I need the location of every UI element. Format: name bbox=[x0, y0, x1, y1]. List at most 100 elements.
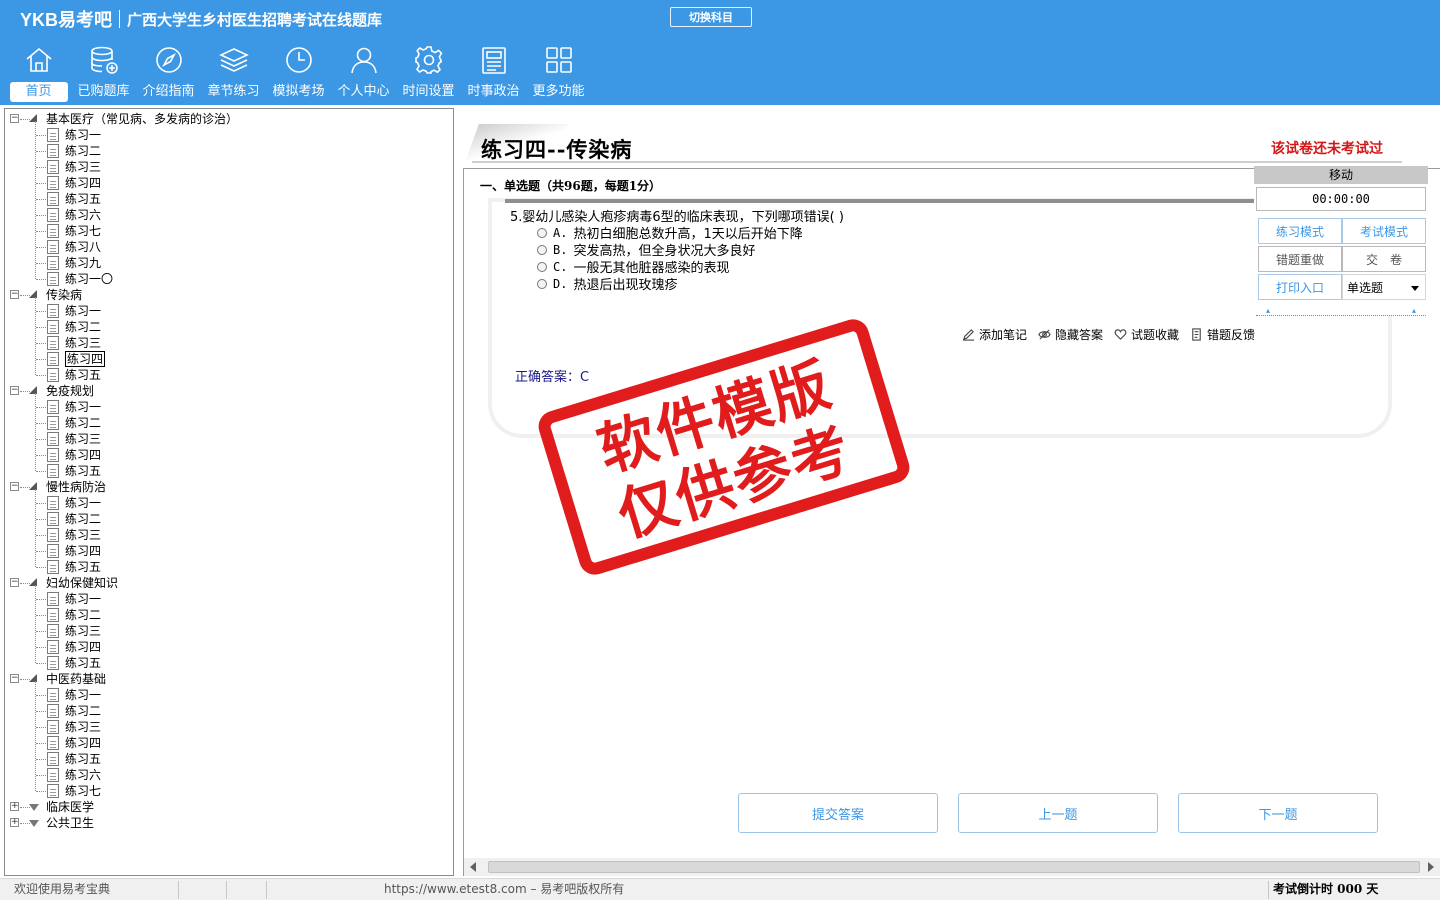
tree-expander[interactable]: + bbox=[10, 818, 19, 827]
option-c[interactable]: C. 一般无其他脏器感染的表现 bbox=[537, 258, 729, 276]
hide-answer-button[interactable]: 隐藏答案 bbox=[1038, 326, 1103, 343]
favorite-question-button[interactable]: 试题收藏 bbox=[1114, 326, 1179, 343]
document-icon bbox=[47, 608, 59, 622]
option-a[interactable]: A. 热初白细胞总数升高，1天以后开始下降 bbox=[537, 224, 803, 242]
tree-exercise[interactable]: 练习四 bbox=[65, 447, 101, 463]
report-error-button[interactable]: 错题反馈 bbox=[1190, 326, 1255, 343]
option-a-radio[interactable] bbox=[537, 227, 547, 238]
nav-current-affairs-label: 时事政治 bbox=[467, 84, 520, 99]
tree-exercise[interactable]: 练习六 bbox=[65, 767, 101, 783]
scroll-left-icon[interactable] bbox=[470, 862, 476, 872]
nav-guide[interactable]: 介绍指南 bbox=[136, 44, 201, 104]
tree-exercise[interactable]: 练习七 bbox=[65, 783, 101, 799]
tree-exercise[interactable]: 练习五 bbox=[65, 191, 101, 207]
nav-home[interactable]: 首页 bbox=[6, 44, 71, 104]
nav-time-settings[interactable]: 时间设置 bbox=[396, 44, 461, 104]
tree-exercise[interactable]: 练习八 bbox=[65, 239, 101, 255]
tree-exercise[interactable]: 练习一 bbox=[65, 303, 101, 319]
tree-exercise[interactable]: 练习六 bbox=[65, 207, 101, 223]
option-b-radio[interactable] bbox=[537, 244, 547, 255]
scrollbar-thumb[interactable] bbox=[488, 861, 1420, 873]
tree-exercise[interactable]: 练习四 bbox=[65, 639, 101, 655]
tree-exercise[interactable]: 练习四 bbox=[65, 351, 106, 367]
prev-question-button[interactable]: 上一题 bbox=[958, 793, 1158, 833]
tree-chapter[interactable]: 免疫规划 bbox=[46, 383, 94, 399]
practice-mode-button[interactable]: 练习模式 bbox=[1258, 218, 1342, 244]
tree-exercise[interactable]: 练习三 bbox=[65, 527, 101, 543]
tree-exercise[interactable]: 练习三 bbox=[65, 623, 101, 639]
nav-current-affairs[interactable]: 时事政治 bbox=[461, 44, 526, 104]
submit-answer-button[interactable]: 提交答案 bbox=[738, 793, 938, 833]
option-b[interactable]: B. 突发高热，但全身状况大多良好 bbox=[537, 241, 755, 259]
tree-expander[interactable]: − bbox=[10, 386, 19, 395]
add-note-button[interactable]: 添加笔记 bbox=[962, 326, 1027, 343]
tree-chapter[interactable]: 临床医学 bbox=[46, 799, 94, 815]
submit-paper-button[interactable]: 交 卷 bbox=[1342, 246, 1426, 272]
nav-purchased[interactable]: 已购题库 bbox=[71, 44, 136, 104]
tree-exercise[interactable]: 练习五 bbox=[65, 367, 101, 383]
tree-expander[interactable]: − bbox=[10, 674, 19, 683]
tree-chapter[interactable]: 中医药基础 bbox=[46, 671, 106, 687]
move-handle[interactable]: 移动 bbox=[1254, 166, 1428, 184]
tree-exercise[interactable]: 练习五 bbox=[65, 655, 101, 671]
print-button[interactable]: 打印入口 bbox=[1258, 274, 1342, 300]
tree-exercise[interactable]: 练习四 bbox=[65, 543, 101, 559]
document-icon bbox=[47, 320, 59, 334]
next-question-button[interactable]: 下一题 bbox=[1178, 793, 1378, 833]
nav-more[interactable]: 更多功能 bbox=[526, 44, 591, 104]
chapter-tree[interactable]: − 基本医疗（常见病、多发病的诊治） 练习一 练习二 练习三 练习四 练习五 练习六 练习七 练习… bbox=[4, 108, 454, 876]
control-panel-scroll[interactable] bbox=[1256, 306, 1426, 316]
tree-exercise[interactable]: 练习三 bbox=[65, 431, 101, 447]
tree-exercise[interactable]: 练习一 bbox=[65, 127, 101, 143]
tree-exercise[interactable]: 练习五 bbox=[65, 751, 101, 767]
tree-expander[interactable]: + bbox=[10, 802, 19, 811]
tree-exercise[interactable]: 练习五 bbox=[65, 463, 101, 479]
tree-exercise[interactable]: 练习九 bbox=[65, 255, 101, 271]
tree-exercise[interactable]: 练习二 bbox=[65, 143, 101, 159]
redo-wrong-button[interactable]: 错题重做 bbox=[1258, 246, 1342, 272]
tree-exercise[interactable]: 练习三 bbox=[65, 335, 101, 351]
nav-mock-exam[interactable]: 模拟考场 bbox=[266, 44, 331, 104]
tree-exercise[interactable]: 练习一〇 bbox=[65, 271, 113, 287]
tree-exercise[interactable]: 练习三 bbox=[65, 159, 101, 175]
tree-exercise[interactable]: 练习一 bbox=[65, 399, 101, 415]
tree-exercise[interactable]: 练习一 bbox=[65, 591, 101, 607]
tree-expander[interactable]: − bbox=[10, 114, 19, 123]
correct-answer: 正确答案：C bbox=[515, 366, 589, 385]
tree-chapter[interactable]: 公共卫生 bbox=[46, 815, 94, 831]
switch-subject-button[interactable]: 切换科目 bbox=[670, 7, 752, 27]
scroll-right-icon[interactable] bbox=[1428, 862, 1434, 872]
option-d-radio[interactable] bbox=[537, 278, 547, 289]
nav-profile[interactable]: 个人中心 bbox=[331, 44, 396, 104]
tree-exercise[interactable]: 练习七 bbox=[65, 223, 101, 239]
tree-chapter[interactable]: 基本医疗（常见病、多发病的诊治） bbox=[46, 111, 238, 127]
tree-exercise[interactable]: 练习二 bbox=[65, 319, 101, 335]
tree-chapter[interactable]: 妇幼保健知识 bbox=[46, 575, 118, 591]
tree-exercise[interactable]: 练习二 bbox=[65, 415, 101, 431]
tree-expander[interactable]: − bbox=[10, 290, 19, 299]
eye-icon bbox=[1038, 329, 1051, 340]
tree-exercise[interactable]: 练习一 bbox=[65, 687, 101, 703]
tree-exercise[interactable]: 练习一 bbox=[65, 495, 101, 511]
tree-exercise[interactable]: 练习四 bbox=[65, 175, 101, 191]
tree-chapter[interactable]: 传染病 bbox=[46, 287, 82, 303]
tree-exercise[interactable]: 练习三 bbox=[65, 719, 101, 735]
horizontal-scrollbar[interactable] bbox=[464, 858, 1440, 876]
tree-exercise[interactable]: 练习五 bbox=[65, 559, 101, 575]
tree-chapter[interactable]: 慢性病防治 bbox=[46, 479, 106, 495]
tree-exercise[interactable]: 练习二 bbox=[65, 607, 101, 623]
exam-mode-button[interactable]: 考试模式 bbox=[1342, 218, 1426, 244]
nav-chapter[interactable]: 章节练习 bbox=[201, 44, 266, 104]
tree-expander[interactable]: − bbox=[10, 482, 19, 491]
document-icon bbox=[47, 512, 59, 526]
tree-exercise[interactable]: 练习二 bbox=[65, 511, 101, 527]
tree-connector bbox=[35, 489, 36, 567]
option-d[interactable]: D. 热退后出现玫瑰疹 bbox=[537, 275, 677, 293]
tree-exercise[interactable]: 练习二 bbox=[65, 703, 101, 719]
question-type-select[interactable]: 单选题 bbox=[1342, 274, 1426, 300]
tree-exercise[interactable]: 练习四 bbox=[65, 735, 101, 751]
status-divider bbox=[226, 881, 227, 899]
tree-connector bbox=[36, 407, 46, 408]
tree-expander[interactable]: − bbox=[10, 578, 19, 587]
option-c-radio[interactable] bbox=[537, 261, 547, 272]
